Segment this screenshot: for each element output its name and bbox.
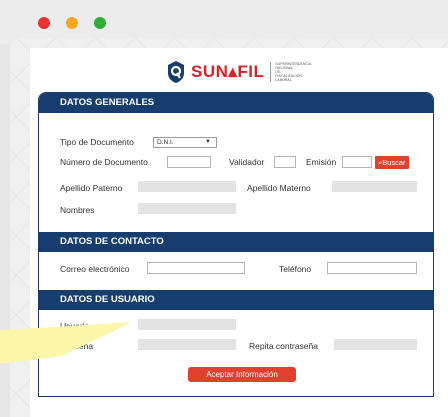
buscar-label: Buscar xyxy=(382,158,406,167)
numero-documento-label: Número de Documento xyxy=(60,157,148,167)
usuario-field[interactable] xyxy=(138,319,236,330)
aceptar-informacion-button[interactable]: Aceptar Información xyxy=(188,367,296,382)
repita-contrasena-field[interactable] xyxy=(334,339,417,350)
section-datos-generales: DATOS GENERALES xyxy=(39,93,433,113)
tipo-documento-value: D.N.I. xyxy=(157,139,174,146)
logo-wordmark: SUN▴FIL xyxy=(191,62,265,81)
tipo-documento-select[interactable]: D.N.I. ▼ xyxy=(153,137,217,148)
numero-documento-input[interactable] xyxy=(167,156,211,168)
buscar-button[interactable]: ⌕Buscar xyxy=(375,156,409,169)
apellido-paterno-field xyxy=(138,181,236,192)
dropdown-caret-icon: ▼ xyxy=(205,139,211,145)
logo-subtitle: SUPERINTENDENCIA NACIONAL DE FISCALIZACI… xyxy=(270,62,311,82)
validador-label: Validador xyxy=(229,157,265,167)
sunafil-logo: SUN▴FIL SUPERINTENDENCIA NACIONAL DE FIS… xyxy=(167,59,311,85)
nombres-field xyxy=(138,203,236,214)
tooltip-callout xyxy=(0,322,132,364)
apellido-paterno-label: Apellido Paterno xyxy=(60,183,123,193)
repita-contrasena-label: Repita contraseña xyxy=(249,341,318,351)
correo-label: Correo electrónico xyxy=(60,264,130,274)
minimize-window-button[interactable] xyxy=(66,17,78,29)
apellido-materno-label: Apellido Materno xyxy=(247,183,311,193)
validador-input[interactable] xyxy=(274,156,296,168)
section-datos-usuario: DATOS DE USUARIO xyxy=(39,290,433,310)
correo-input[interactable] xyxy=(147,262,245,274)
emision-input[interactable] xyxy=(342,156,372,168)
close-window-button[interactable] xyxy=(38,17,50,29)
tipo-documento-label: Tipo de Documento xyxy=(60,137,134,147)
sunafil-shield-icon xyxy=(168,61,184,83)
contrasena-field[interactable] xyxy=(138,339,236,350)
telefono-label: Teléfono xyxy=(279,264,312,274)
telefono-input[interactable] xyxy=(327,262,417,274)
apellido-materno-field xyxy=(332,181,417,192)
nombres-label: Nombres xyxy=(60,205,95,215)
emision-label: Emisión xyxy=(306,157,337,167)
maximize-window-button[interactable] xyxy=(94,17,106,29)
section-datos-contacto: DATOS DE CONTACTO xyxy=(39,232,433,252)
